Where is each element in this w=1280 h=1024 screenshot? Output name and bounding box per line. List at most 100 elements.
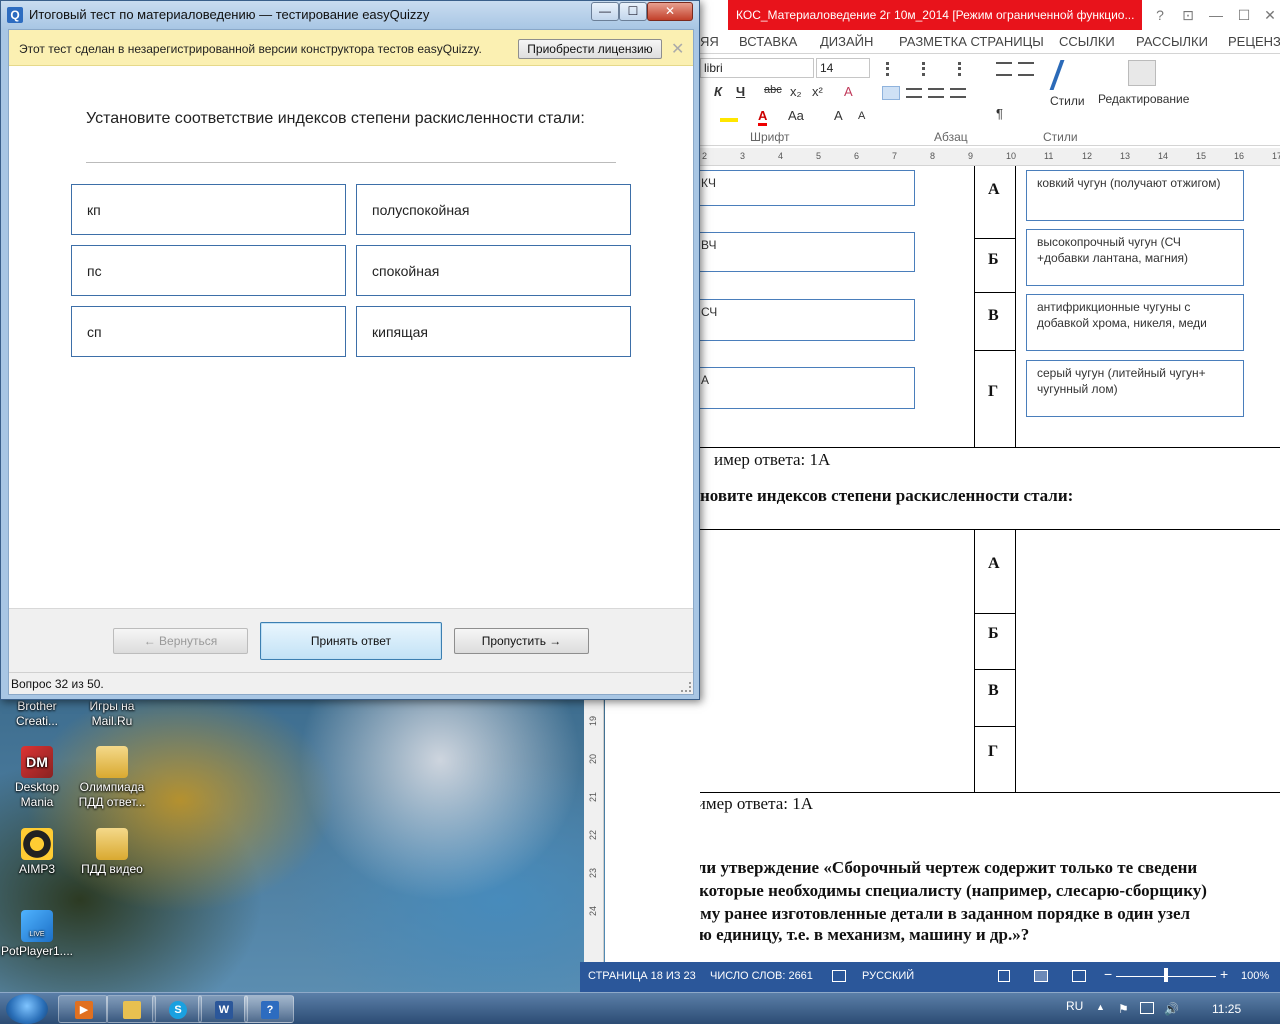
skip-button[interactable]: Пропустить → [454,628,589,654]
bullets-icon[interactable] [886,62,908,76]
easyquizzy-icon: ? [261,1001,279,1019]
table-line [974,726,1016,727]
question-progress: Вопрос 32 из 50. [11,677,104,691]
help-button[interactable]: ? [1146,4,1174,26]
highlight-icon[interactable] [720,108,738,122]
network-icon[interactable] [1140,1002,1154,1014]
proofing-icon[interactable] [832,970,846,982]
ruler-tick-label: 12 [1082,151,1093,161]
tab-review[interactable]: РЕЦЕНЗ [1228,34,1280,49]
dialog-footer: ← Вернуться Принять ответ Пропустить → [9,608,693,672]
tab-design[interactable]: ДИЗАЙН [820,34,873,49]
match-left-item[interactable]: пс [71,245,346,296]
tab-insert[interactable]: ВСТАВКА [739,34,797,49]
pilcrow-button[interactable]: ¶ [996,106,1003,121]
volume-icon[interactable]: 🔊 [1164,1002,1179,1016]
match-right-item[interactable]: полуспокойная [356,184,631,235]
font-color-button[interactable]: A [758,108,768,126]
language[interactable]: РУССКИЙ [862,970,914,982]
desktop-icon-olympiad[interactable]: Олимпиада ПДД ответ... [75,746,149,810]
ruler-tick-label: 16 [1234,151,1245,161]
zoom-out-button[interactable]: − [1104,966,1112,982]
desktop-icon-potplayer[interactable]: LIVE PotPlayer1.... [0,910,74,959]
decrease-indent-icon[interactable] [996,62,1012,76]
web-layout-icon[interactable] [1072,970,1086,982]
italic-button[interactable]: К [714,84,722,99]
styles-icon[interactable] [1049,60,1089,90]
show-hidden-icons-icon[interactable]: ▲ [1096,1002,1105,1012]
zoom-in-button[interactable]: + [1220,966,1228,982]
binoculars-icon[interactable] [1128,60,1156,86]
subscript-button[interactable]: x₂ [790,84,802,99]
word-close-button[interactable]: ✕ [1256,4,1280,26]
taskbar-word[interactable]: W [198,995,248,1023]
numbering-icon[interactable] [922,62,944,76]
increase-indent-icon[interactable] [1018,62,1034,76]
dialog-maximize-button[interactable]: ☐ [619,2,647,21]
underline-button[interactable]: Ч [736,84,745,99]
match-right-item[interactable]: кипящая [356,306,631,357]
taskbar-easyquizzy[interactable]: ? [244,995,294,1023]
back-button[interactable]: ← Вернуться [113,628,248,654]
align-right-icon[interactable] [928,88,944,98]
ribbon-display-button[interactable]: ⊡ [1174,4,1202,26]
editing-label[interactable]: Редактирование [1098,92,1189,106]
action-center-icon[interactable]: ⚑ [1118,1002,1129,1016]
zoom-level[interactable]: 100% [1241,970,1269,982]
document-page-left-margin [605,700,700,962]
word-minimize-button[interactable]: — [1202,4,1230,26]
group-paragraph-label: Абзац [934,130,968,144]
taskbar-explorer[interactable] [106,995,156,1023]
accept-answer-button[interactable]: Принять ответ [260,622,442,660]
desktop-icon-brother[interactable]: Brother Creati... [0,699,74,729]
tab-mailings[interactable]: РАССЫЛКИ [1136,34,1208,49]
shrink-font-button[interactable]: A [858,110,865,122]
desktop-icon-pdd-video[interactable]: ПДД видео [75,828,149,877]
doc-q4-line: 4. Верно ли утверждение «Сборочный черте… [629,858,1198,877]
tab-home[interactable]: ЯЯ [700,34,719,49]
page-count[interactable]: СТРАНИЦА 18 ИЗ 23 [588,970,696,982]
dialog-close-button[interactable]: ✕ [647,2,693,21]
justify-icon[interactable] [950,88,966,98]
quiz-dialog: Q Итоговый тест по материаловедению — те… [0,0,700,700]
print-layout-icon[interactable] [1034,970,1048,982]
banner-close-icon[interactable]: ✕ [671,39,684,59]
styles-label[interactable]: Стили [1050,94,1085,108]
taskbar-skype[interactable]: S [152,995,202,1023]
resize-grip-icon[interactable] [681,682,691,692]
match-right-item[interactable]: спокойная [356,245,631,296]
start-button[interactable] [6,994,48,1024]
word-maximize-button[interactable]: ☐ [1230,4,1258,26]
buy-license-button[interactable]: Приобрести лицензию [518,39,662,59]
grow-font-button[interactable]: A [834,108,843,123]
folder-icon [96,746,128,778]
font-size-select[interactable]: 14 [816,58,870,78]
ruler-tick-label: 3 [740,151,746,161]
superscript-button[interactable]: x² [812,84,823,99]
desktop-icon-aimp3[interactable]: AIMP3 [0,828,74,877]
match-left-item[interactable]: кп [71,184,346,235]
multilevel-icon[interactable] [958,62,980,76]
desktop-icon-desktop-mania[interactable]: DM Desktop Mania [0,746,74,810]
table-line [974,238,1016,239]
table-line [700,447,1280,448]
align-left-button[interactable] [882,86,900,100]
tab-references[interactable]: ССЫЛКИ [1059,34,1115,49]
tab-layout[interactable]: РАЗМЕТКА СТРАНИЦЫ [899,34,1044,49]
keyboard-language[interactable]: RU [1066,999,1083,1013]
match-left-item[interactable]: сп [71,306,346,357]
word-count[interactable]: ЧИСЛО СЛОВ: 2661 [710,970,813,982]
strikethrough-button[interactable]: abc [764,84,782,96]
read-mode-icon[interactable] [998,970,1010,982]
desktop-icon-mailru-games[interactable]: Игры на Mail.Ru [75,699,149,729]
font-name-select[interactable]: libri [700,58,814,78]
dialog-minimize-button[interactable]: — [591,2,619,21]
taskbar-media-player[interactable]: ▶ [58,995,108,1023]
change-case-button[interactable]: Aa [788,108,804,123]
clear-format-button[interactable]: A [844,84,853,99]
zoom-slider-thumb[interactable] [1164,968,1168,982]
folder-icon [123,1001,141,1019]
clock[interactable]: 11:25 [1212,1002,1241,1016]
doc-q4-line: изделии, которые необходимы специалисту … [629,881,1207,900]
align-center-icon[interactable] [906,88,922,98]
